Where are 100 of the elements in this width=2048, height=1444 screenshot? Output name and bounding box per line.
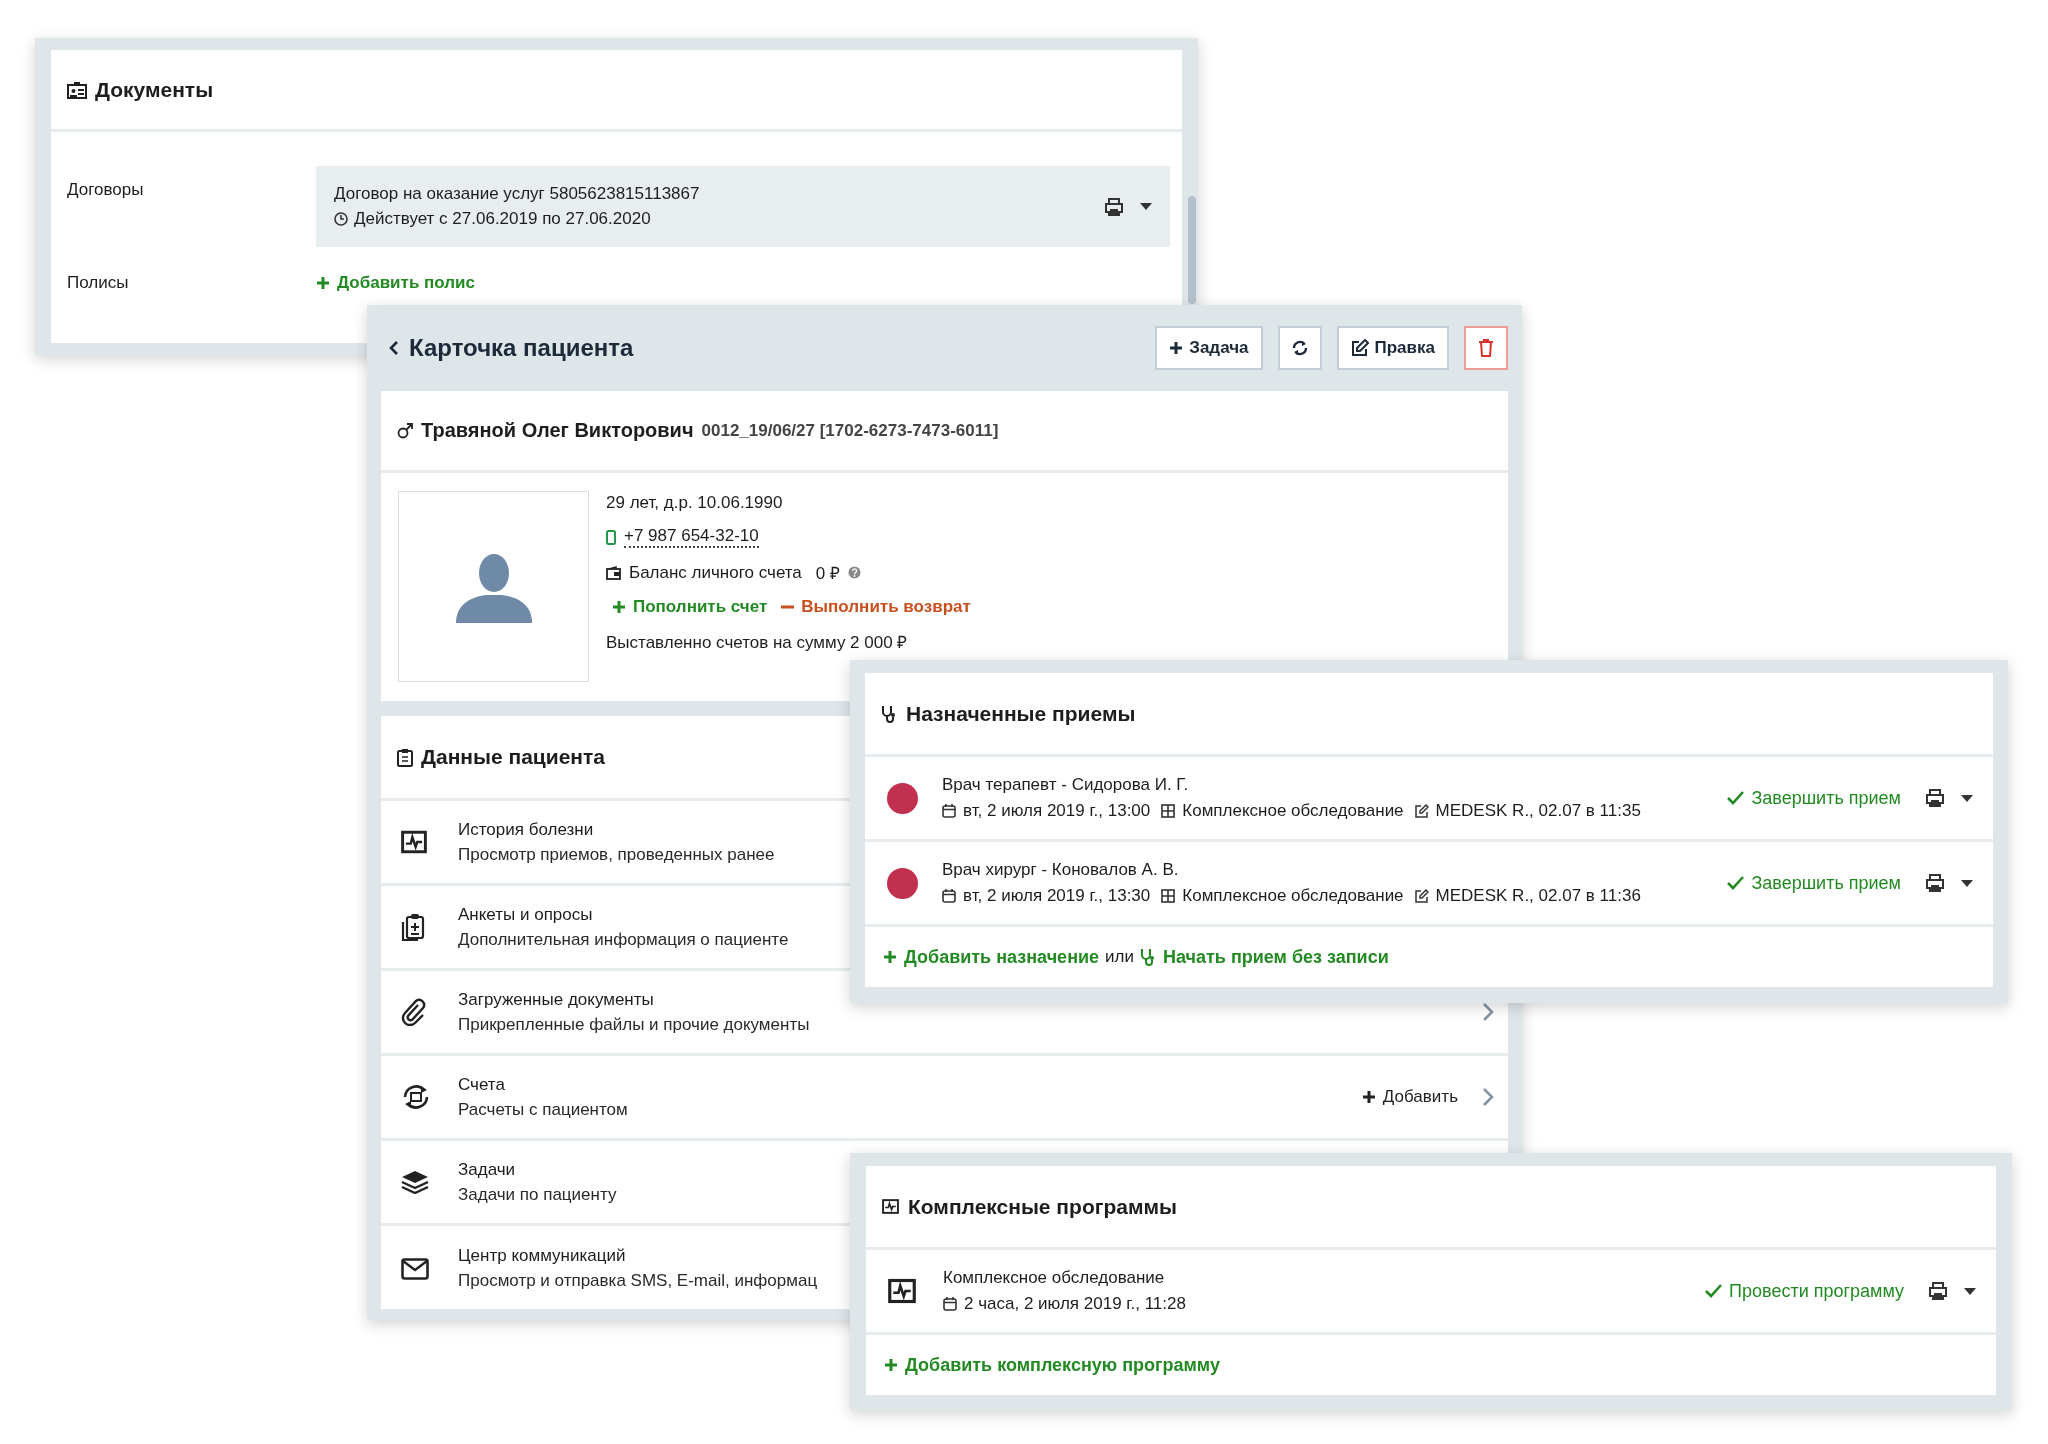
caret-icon[interactable] xyxy=(1140,203,1152,210)
phone-link[interactable]: +7 987 654-32-10 xyxy=(624,526,759,548)
phone-icon xyxy=(606,529,616,545)
delete-button[interactable] xyxy=(1464,326,1508,370)
check-icon xyxy=(1727,876,1745,890)
appointment-date: вт, 2 июля 2019 г., 13:30 xyxy=(963,886,1151,906)
add-link[interactable]: Добавить xyxy=(1361,1087,1458,1107)
edit-icon xyxy=(1414,889,1429,903)
appointment-program: Комплексное обследование xyxy=(1182,801,1404,821)
appointment-program: Комплексное обследование xyxy=(1182,886,1404,906)
finish-appointment-link[interactable]: Завершить прием xyxy=(1727,787,1901,809)
balance-value: 0 ₽ xyxy=(815,563,840,584)
back-button[interactable]: Карточка пациента xyxy=(389,334,634,362)
age-birthdate: 29 лет, д.р. 10.06.1990 xyxy=(606,493,784,513)
plus-icon xyxy=(884,1358,898,1372)
item-subtitle: Расчеты с пациентом xyxy=(458,1099,628,1120)
item-title[interactable]: Счета xyxy=(458,1074,505,1095)
patient-name: Травяной Олег Викторович xyxy=(421,419,694,442)
clock-icon xyxy=(334,212,348,226)
male-icon xyxy=(397,422,413,439)
top-up-link[interactable]: Пополнить счет xyxy=(612,597,768,617)
field-label: Полисы xyxy=(67,273,130,293)
item-subtitle: Дополнительная информация о пациенте xyxy=(458,929,789,950)
panel-title: Назначенные приемы xyxy=(906,701,1136,726)
edit-icon xyxy=(1350,339,1369,357)
stethoscope-icon xyxy=(1140,948,1156,966)
appointment-doctor: Врач хирург - Коновалов А. В. xyxy=(942,860,1180,880)
print-icon[interactable] xyxy=(1104,197,1124,216)
item-subtitle: Задачи по пациенту xyxy=(458,1184,617,1205)
refund-link[interactable]: Выполнить возврат xyxy=(781,597,971,617)
refresh-button[interactable] xyxy=(1277,326,1322,370)
check-icon xyxy=(1727,791,1745,805)
item-title[interactable]: Задачи xyxy=(458,1159,516,1180)
id-card-icon xyxy=(67,80,87,99)
caret-icon[interactable] xyxy=(1961,879,1973,887)
plus-icon xyxy=(883,950,897,964)
plus-icon xyxy=(612,600,626,614)
pulse-icon xyxy=(888,1277,916,1305)
appointment-row[interactable]: Врач хирург - Коновалов А. В. вт, 2 июля 2019 г., 13:30 Комплексное обследование MEDESK R., 02.07 в 11:36 Завершить прием xyxy=(865,842,1993,927)
calendar-icon xyxy=(943,1297,957,1311)
stethoscope-icon xyxy=(881,704,897,723)
appointment-doctor: Врач терапевт - Сидорова И. Г. xyxy=(942,775,1190,795)
layers-icon xyxy=(401,1170,429,1194)
edit-button[interactable]: Правка xyxy=(1336,326,1449,370)
trash-icon xyxy=(1478,339,1494,357)
check-icon xyxy=(1705,1284,1723,1298)
calendar-icon xyxy=(942,804,956,818)
add-program-link[interactable]: Добавить комплексную программу xyxy=(884,1354,1220,1376)
help-icon[interactable] xyxy=(848,566,861,579)
chevron-right-icon[interactable] xyxy=(1482,1002,1494,1022)
status-dot xyxy=(887,782,918,814)
appointment-edited: MEDESK R., 02.07 в 11:35 xyxy=(1435,801,1641,821)
validity-text: Действует с 27.06.2019 по 27.06.2020 xyxy=(354,209,651,229)
program-row[interactable]: Комплексное обследование 2 часа, 2 июля 2019 г., 11:28 Провести программу xyxy=(866,1250,1996,1335)
appointment-row[interactable]: Врач терапевт - Сидорова И. Г. вт, 2 июля 2019 г., 13:00 Комплексное обследование MEDESK R., 02.07 в 11:35 Завершить прием xyxy=(865,757,1993,842)
invoiced-total: Выставленно счетов на сумму 2 000 ₽ xyxy=(606,632,909,653)
run-program-link[interactable]: Провести программу xyxy=(1705,1280,1904,1302)
item-title[interactable]: Центр коммуникаций xyxy=(458,1246,626,1266)
scrollbar[interactable] xyxy=(1188,196,1196,304)
pulse-icon xyxy=(882,1198,899,1215)
refresh-icon xyxy=(1290,339,1309,357)
item-subtitle: Просмотр приемов, проведенных ранее xyxy=(458,844,775,865)
caret-icon[interactable] xyxy=(1964,1287,1976,1295)
item-title[interactable]: Анкеты и опросы xyxy=(458,904,593,925)
or-text: или xyxy=(1105,947,1134,967)
envelope-icon xyxy=(401,1257,429,1280)
cycle-money-icon xyxy=(401,1083,431,1111)
panel-title: Документы xyxy=(95,77,214,102)
back-chevron-icon xyxy=(389,340,399,356)
status-dot xyxy=(887,867,918,899)
plus-icon xyxy=(1169,341,1184,355)
print-icon[interactable] xyxy=(1928,1282,1948,1300)
wallet-icon xyxy=(606,565,621,580)
appointment-edited: MEDESK R., 02.07 в 11:36 xyxy=(1435,886,1641,906)
print-icon[interactable] xyxy=(1925,789,1945,807)
plus-icon xyxy=(1361,1090,1376,1104)
panel-title: Комплексные программы xyxy=(908,1194,1177,1219)
add-policy-link[interactable]: Добавить полис xyxy=(316,273,475,293)
appointment-date: вт, 2 июля 2019 г., 13:00 xyxy=(963,801,1151,821)
pulse-icon xyxy=(401,829,427,855)
chevron-right-icon[interactable] xyxy=(1482,1087,1494,1107)
program-date: 2 часа, 2 июля 2019 г., 11:28 xyxy=(964,1294,1186,1314)
section-title: Данные пациента xyxy=(421,745,605,769)
finish-appointment-link[interactable]: Завершить прием xyxy=(1727,872,1901,894)
walk-in-link[interactable]: Начать прием без записи xyxy=(1140,946,1389,968)
add-task-button[interactable]: Задача xyxy=(1155,326,1263,370)
contract-card[interactable]: Договор на оказание услуг 5805623815113867 Действует с 27.06.2019 по 27.06.2020 xyxy=(316,166,1170,247)
item-subtitle: Просмотр и отправка SMS, E-mail, информац xyxy=(458,1271,818,1291)
clipboard-plus-icon xyxy=(401,913,425,941)
add-appointment-link[interactable]: Добавить назначение xyxy=(883,946,1100,968)
program-name: Комплексное обследование xyxy=(943,1268,1166,1288)
item-title[interactable]: История болезни xyxy=(458,819,594,840)
print-icon[interactable] xyxy=(1925,874,1945,892)
plus-icon xyxy=(316,276,330,290)
item-subtitle: Прикрепленные файлы и прочие документы xyxy=(458,1014,810,1035)
clipboard-icon xyxy=(397,747,413,767)
paperclip-icon xyxy=(401,998,427,1026)
item-title[interactable]: Загруженные документы xyxy=(458,989,654,1010)
caret-icon[interactable] xyxy=(1961,794,1973,802)
calendar-icon xyxy=(942,889,956,903)
